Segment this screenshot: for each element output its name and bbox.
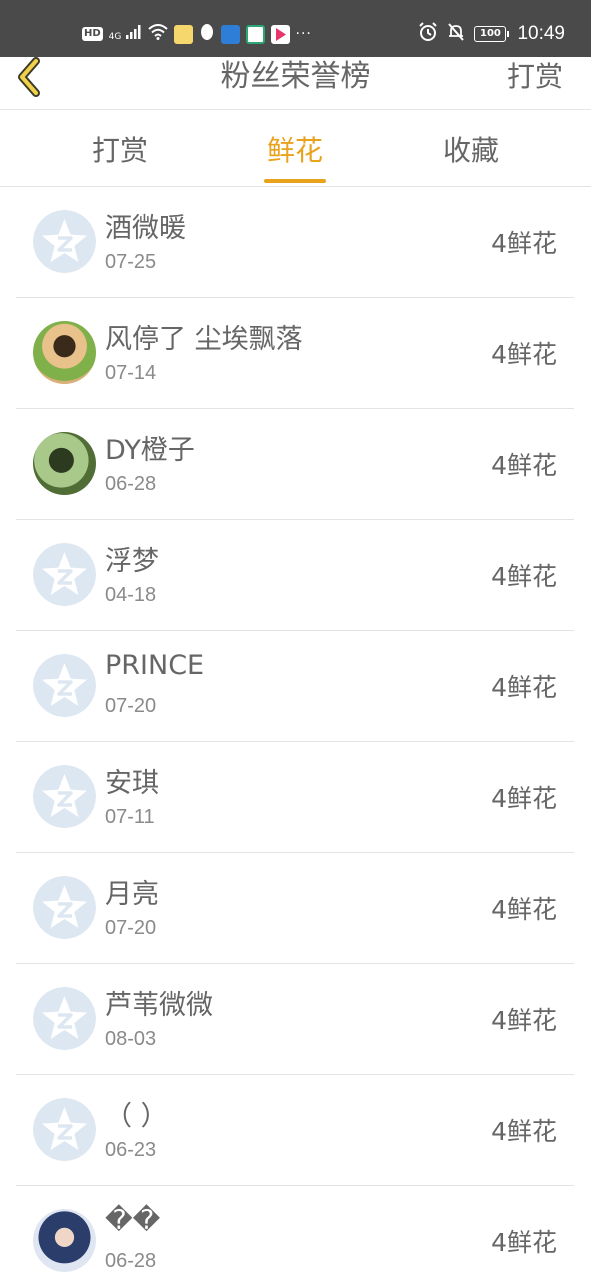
fan-name: 月亮 xyxy=(105,879,159,910)
fan-name: 酒微暖 xyxy=(105,213,186,244)
top-app-bar: 粉丝荣誉榜 打赏 xyxy=(0,57,591,110)
flower-count: 4鲜花 xyxy=(491,895,557,924)
more-notifications-indicator: ··· xyxy=(295,26,312,42)
status-bar: HD 4G ··· 100 10:49 xyxy=(0,0,591,57)
gift-date: 07-20 xyxy=(105,695,157,717)
avatar xyxy=(33,543,96,606)
default-star-avatar-icon xyxy=(33,765,96,828)
list-item[interactable]: 酒微暖 07-25 4鲜花 xyxy=(16,187,574,298)
alarm-icon xyxy=(418,22,438,46)
fan-name: DY橙子 xyxy=(105,435,195,466)
flower-count: 4鲜花 xyxy=(491,784,557,813)
list-item[interactable]: 月亮 07-20 4鲜花 xyxy=(16,853,574,964)
list-item[interactable]: 风停了 尘埃飘落 07-14 4鲜花 xyxy=(16,298,574,409)
wifi-icon xyxy=(147,24,168,44)
flower-count: 4鲜花 xyxy=(491,229,557,258)
flower-count: 4鲜花 xyxy=(491,1006,557,1035)
avatar xyxy=(33,1098,96,1161)
gift-date: 07-14 xyxy=(105,362,157,384)
avatar xyxy=(33,876,96,939)
avatar xyxy=(33,987,96,1050)
list-item[interactable]: �� 06-28 4鲜花 xyxy=(16,1186,574,1280)
gift-date: 06-28 xyxy=(105,1250,157,1272)
active-tab-indicator xyxy=(264,179,326,183)
list-item[interactable]: 浮梦 04-18 4鲜花 xyxy=(16,520,574,631)
tab-reward[interactable]: 打赏 xyxy=(60,111,180,187)
cellular-signal-icon: 4G xyxy=(109,25,142,43)
gift-date: 07-25 xyxy=(105,251,157,273)
app-notification-icon xyxy=(220,24,240,44)
flower-count: 4鲜花 xyxy=(491,1228,557,1257)
user-photo-avatar xyxy=(33,321,96,384)
default-star-avatar-icon xyxy=(33,1098,96,1161)
gift-date: 06-28 xyxy=(105,473,157,495)
default-star-avatar-icon xyxy=(33,987,96,1050)
flower-count: 4鲜花 xyxy=(491,1117,557,1146)
gift-date: 06-23 xyxy=(105,1139,157,1161)
list-item[interactable]: DY橙子 06-28 4鲜花 xyxy=(16,409,574,520)
clock: 10:49 xyxy=(517,23,565,44)
fan-name: 芦苇微微 xyxy=(105,990,213,1021)
avatar xyxy=(33,654,96,717)
tab-flowers[interactable]: 鲜花 xyxy=(235,111,355,187)
fan-name: �� xyxy=(105,1205,161,1236)
app-notification-icon xyxy=(173,24,193,44)
mute-bell-icon xyxy=(446,22,466,46)
china-mobile-icon xyxy=(245,24,265,44)
list-item[interactable]: 安琪 07-11 4鲜花 xyxy=(16,742,574,853)
page-title: 粉丝荣誉榜 xyxy=(220,59,371,94)
fan-name: 浮梦 xyxy=(105,546,159,577)
flower-count: 4鲜花 xyxy=(491,451,557,480)
flower-count: 4鲜花 xyxy=(491,673,557,702)
battery-icon: 100 xyxy=(474,26,510,42)
fan-name: PRINCE xyxy=(105,650,205,681)
gift-date: 04-18 xyxy=(105,584,157,606)
list-item[interactable]: PRINCE 07-20 4鲜花 xyxy=(16,631,574,742)
default-star-avatar-icon xyxy=(33,876,96,939)
gift-date: 07-20 xyxy=(105,917,157,939)
fan-name: （ ） xyxy=(105,1101,168,1132)
hd-badge: HD xyxy=(82,27,103,41)
tab-bar: 打赏 鲜花 收藏 xyxy=(0,111,591,187)
list-item[interactable]: 芦苇微微 08-03 4鲜花 xyxy=(16,964,574,1075)
user-photo-avatar xyxy=(33,1209,96,1272)
video-app-icon xyxy=(270,24,290,44)
status-icons-right: 100 10:49 xyxy=(418,20,565,48)
qq-penguin-icon xyxy=(199,23,215,46)
default-star-avatar-icon xyxy=(33,210,96,273)
fan-ranking-list: 酒微暖 07-25 4鲜花 风停了 尘埃飘落 07-14 4鲜花 DY橙子 06… xyxy=(0,187,591,1280)
flower-count: 4鲜花 xyxy=(491,340,557,369)
gift-date: 07-11 xyxy=(105,806,155,828)
default-star-avatar-icon xyxy=(33,543,96,606)
avatar xyxy=(33,765,96,828)
user-photo-avatar xyxy=(33,432,96,495)
tab-favorites[interactable]: 收藏 xyxy=(411,111,531,187)
avatar xyxy=(33,210,96,273)
default-star-avatar-icon xyxy=(33,654,96,717)
status-icons-left: HD 4G ··· xyxy=(82,22,312,46)
flower-count: 4鲜花 xyxy=(491,562,557,591)
fan-name: 风停了 尘埃飘落 xyxy=(105,324,303,355)
fan-name: 安琪 xyxy=(105,768,159,799)
reward-button[interactable]: 打赏 xyxy=(507,57,563,97)
gift-date: 08-03 xyxy=(105,1028,157,1050)
list-item[interactable]: （ ） 06-23 4鲜花 xyxy=(16,1075,574,1186)
